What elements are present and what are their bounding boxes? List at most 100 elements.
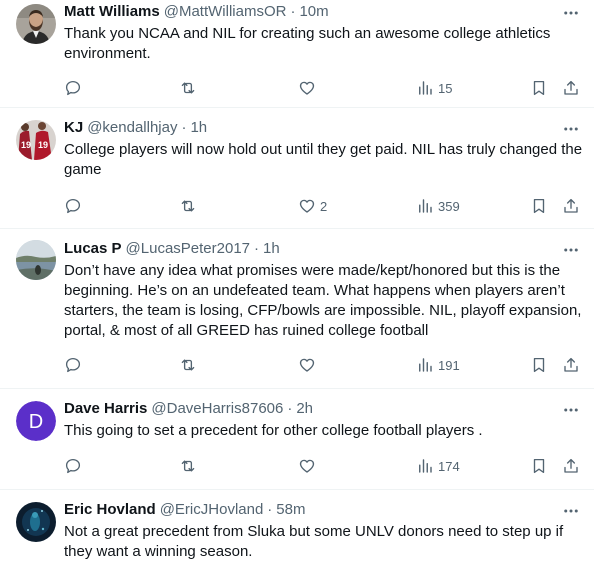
separator-dot: · — [267, 501, 273, 518]
user-handle[interactable]: @DaveHarris87606 — [151, 399, 283, 419]
reply-button[interactable] — [64, 355, 82, 375]
share-button[interactable] — [562, 355, 580, 375]
tweet[interactable]: Matt Williams @MattWilliamsOR · 10m Than… — [0, 0, 594, 108]
analytics-icon — [419, 358, 432, 372]
tweet-text: Not a great precedent from Sluka but som… — [64, 523, 564, 560]
display-name[interactable]: Eric Hovland — [64, 500, 156, 520]
like-button[interactable] — [298, 456, 320, 476]
views-button[interactable]: 174 — [416, 456, 460, 476]
separator-dot: · — [287, 400, 293, 417]
tweet-text: Don’t have any idea what promises were m… — [64, 262, 582, 339]
more-options-icon[interactable] — [560, 501, 582, 521]
tweet[interactable]: 19 19 KJ @kendallhjay · 1h College playe… — [0, 108, 594, 229]
like-button[interactable] — [298, 78, 320, 98]
tweet-text: Thank you NCAA and NIL for creating such… — [64, 25, 551, 62]
share-button[interactable] — [562, 196, 580, 216]
retweet-button[interactable] — [178, 196, 198, 216]
avatar-letter: D — [29, 411, 43, 433]
display-name[interactable]: KJ — [64, 118, 83, 138]
share-icon — [564, 80, 578, 95]
display-name[interactable]: Dave Harris — [64, 399, 147, 419]
bookmark-button[interactable] — [530, 355, 548, 375]
share-icon — [564, 357, 578, 372]
view-count: 174 — [438, 458, 460, 474]
analytics-icon — [419, 199, 432, 213]
tweet-text: College players will now hold out until … — [64, 141, 583, 178]
bookmark-button[interactable] — [530, 196, 548, 216]
heart-icon — [299, 358, 315, 372]
tweet-text: This going to set a precedent for other … — [64, 422, 483, 439]
views-button[interactable]: 359 — [416, 196, 460, 216]
user-handle[interactable]: @EricJHovland — [160, 500, 264, 520]
bookmark-icon — [533, 458, 545, 474]
display-name[interactable]: Lucas P — [64, 239, 122, 259]
bookmark-icon — [533, 80, 545, 96]
more-options-icon[interactable] — [560, 400, 582, 420]
view-count: 191 — [438, 357, 460, 373]
retweet-icon — [181, 200, 195, 212]
bookmark-button[interactable] — [530, 78, 548, 98]
reply-button[interactable] — [64, 456, 82, 476]
tweet[interactable]: Eric Hovland @EricJHovland · 58m Not a g… — [0, 490, 594, 570]
action-bar: 2 359 — [64, 196, 584, 216]
reply-button[interactable] — [64, 196, 82, 216]
underwater-diver-avatar[interactable] — [16, 502, 56, 542]
tweet-header: Lucas P @LucasPeter2017 · 1h — [64, 229, 578, 259]
reply-icon — [65, 80, 81, 96]
timestamp[interactable]: 2h — [296, 399, 313, 419]
svg-text:19: 19 — [38, 140, 48, 150]
timestamp[interactable]: 1h — [190, 118, 207, 138]
user-handle[interactable]: @MattWilliamsOR — [164, 2, 287, 22]
football-jersey-avatar[interactable]: 19 19 — [16, 120, 56, 160]
tweet-header: Eric Hovland @EricJHovland · 58m — [64, 490, 578, 520]
display-name[interactable]: Matt Williams — [64, 2, 160, 22]
tweet[interactable]: Lucas P @LucasPeter2017 · 1h Don’t have … — [0, 229, 594, 389]
heart-icon — [299, 81, 315, 95]
tweet-header: Matt Williams @MattWilliamsOR · 10m — [64, 0, 578, 22]
reply-icon — [65, 458, 81, 474]
timestamp[interactable]: 1h — [263, 239, 280, 259]
bearded-man-avatar[interactable] — [16, 4, 56, 44]
reply-icon — [65, 198, 81, 214]
reply-button[interactable] — [64, 78, 82, 98]
timestamp[interactable]: 10m — [299, 2, 328, 22]
retweet-button[interactable] — [178, 355, 198, 375]
retweet-button[interactable] — [178, 78, 198, 98]
tweet-header: Dave Harris @DaveHarris87606 · 2h — [64, 389, 578, 419]
separator-dot: · — [290, 3, 296, 20]
analytics-icon — [419, 459, 432, 473]
share-button[interactable] — [562, 456, 580, 476]
user-handle[interactable]: @kendallhjay — [87, 118, 177, 138]
bookmark-icon — [533, 198, 545, 214]
analytics-icon — [419, 81, 432, 95]
views-button[interactable]: 15 — [416, 78, 452, 98]
more-options-icon[interactable] — [560, 119, 582, 139]
retweet-icon — [181, 82, 195, 94]
more-options-icon[interactable] — [560, 3, 582, 23]
lake-landscape-avatar[interactable] — [16, 240, 56, 280]
bookmark-button[interactable] — [530, 456, 548, 476]
letter-d-avatar[interactable]: D — [16, 401, 56, 441]
user-handle[interactable]: @LucasPeter2017 — [126, 239, 250, 259]
retweet-button[interactable] — [178, 456, 198, 476]
reply-icon — [65, 357, 81, 373]
like-button[interactable] — [298, 355, 320, 375]
action-bar: 15 — [64, 78, 584, 98]
view-count: 359 — [438, 198, 460, 214]
share-button[interactable] — [562, 78, 580, 98]
tweet-header: KJ @kendallhjay · 1h — [64, 108, 578, 138]
retweet-icon — [181, 460, 195, 472]
share-icon — [564, 198, 578, 213]
bookmark-icon — [533, 357, 545, 373]
more-options-icon[interactable] — [560, 240, 582, 260]
retweet-icon — [181, 359, 195, 371]
svg-text:19: 19 — [21, 140, 31, 150]
share-icon — [564, 458, 578, 473]
views-button[interactable]: 191 — [416, 355, 460, 375]
heart-icon — [299, 459, 315, 473]
timestamp[interactable]: 58m — [276, 500, 305, 520]
tweet[interactable]: D Dave Harris @DaveHarris87606 · 2h This… — [0, 389, 594, 490]
separator-dot: · — [254, 240, 260, 257]
like-button[interactable]: 2 — [298, 196, 327, 216]
view-count: 15 — [438, 80, 453, 96]
